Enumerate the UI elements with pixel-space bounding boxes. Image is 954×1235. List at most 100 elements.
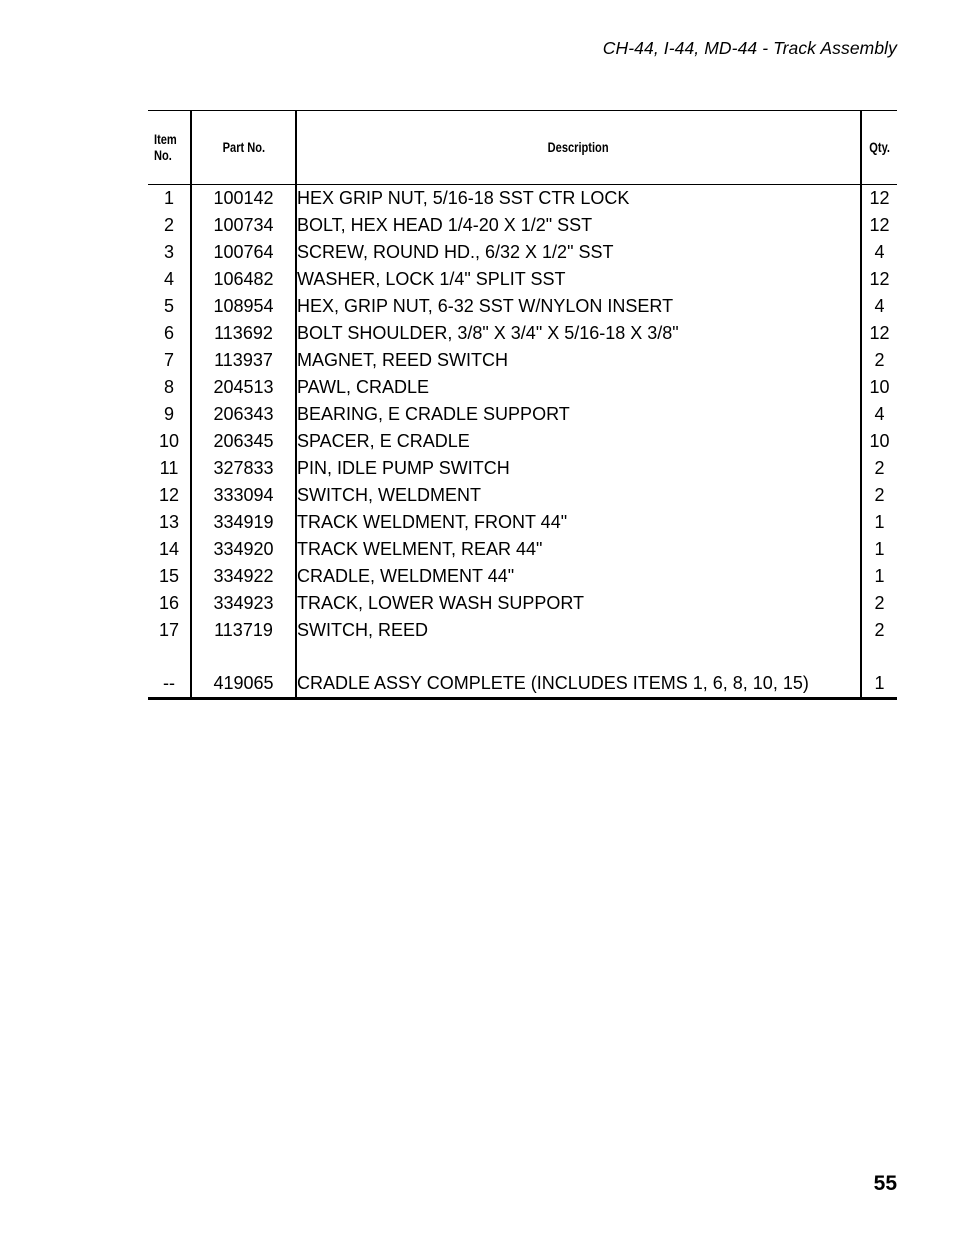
cell-qty: 4 xyxy=(860,239,897,266)
cell-qty: 12 xyxy=(860,212,897,239)
cell-part-no: 334923 xyxy=(190,590,296,617)
cell-qty: 4 xyxy=(860,293,897,320)
cell-qty: 2 xyxy=(860,455,897,482)
cell-part-no: 113719 xyxy=(190,617,296,644)
cell-item-no: 17 xyxy=(158,620,180,640)
table-row: 13 334919 TRACK WELDMENT, FRONT 44" 1 xyxy=(148,509,897,536)
column-header-qty: Qty. xyxy=(860,110,897,185)
cell-description: WASHER, LOCK 1/4" SPLIT SST xyxy=(295,266,861,293)
cell-qty: 12 xyxy=(860,266,897,293)
cell-qty: 1 xyxy=(860,670,897,699)
cell-item-no: 12 xyxy=(158,485,180,505)
cell-description: BOLT SHOULDER, 3/8" X 3/4" X 5/16-18 X 3… xyxy=(295,320,861,347)
cell-qty: 2 xyxy=(860,347,897,374)
cell-description: BEARING, E CRADLE SUPPORT xyxy=(295,401,861,428)
cell-part-no: 113937 xyxy=(190,347,296,374)
cell-item-no: 7 xyxy=(163,350,174,370)
cell-qty: 1 xyxy=(860,536,897,563)
cell-part-no: 419065 xyxy=(190,670,296,699)
table-row: 10 206345 SPACER, E CRADLE 10 xyxy=(148,428,897,455)
cell-part-no: 100734 xyxy=(190,212,296,239)
cell-qty: 12 xyxy=(860,184,897,212)
cell-qty: 10 xyxy=(860,428,897,455)
cell-description: HEX GRIP NUT, 5/16-18 SST CTR LOCK xyxy=(295,184,861,212)
cell-part-no: 204513 xyxy=(190,374,296,401)
cell-part-no: 106482 xyxy=(190,266,296,293)
cell-qty: 1 xyxy=(860,509,897,536)
cell-qty: 1 xyxy=(860,563,897,590)
spacer-cell-desc xyxy=(295,644,861,670)
parts-table: Item No. Part No. Description Qty. 1 1001… xyxy=(148,110,897,701)
cell-description: CRADLE, WELDMENT 44" xyxy=(295,563,861,590)
table-row: 8 204513 PAWL, CRADLE 10 xyxy=(148,374,897,401)
cell-description: TRACK WELMENT, REAR 44" xyxy=(295,536,861,563)
table-spacer-row xyxy=(148,644,897,670)
parts-table-container: Item No. Part No. Description Qty. 1 1001… xyxy=(148,110,897,701)
table-row: 7 113937 MAGNET, REED SWITCH 2 xyxy=(148,347,897,374)
cell-description: SWITCH, REED xyxy=(295,617,861,644)
table-row: 11 327833 PIN, IDLE PUMP SWITCH 2 xyxy=(148,455,897,482)
cell-item-no: 6 xyxy=(163,323,174,343)
cell-description: BOLT, HEX HEAD 1/4-20 X 1/2" SST xyxy=(295,212,861,239)
cell-item-no: -- xyxy=(163,673,175,693)
bottom-rule-cell-part xyxy=(191,697,296,701)
cell-part-no: 108954 xyxy=(190,293,296,320)
table-row: 4 106482 WASHER, LOCK 1/4" SPLIT SST 12 xyxy=(148,266,897,293)
column-header-qty-label: Qty. xyxy=(869,139,890,155)
parts-table-body: 1 100142 HEX GRIP NUT, 5/16-18 SST CTR LOC… xyxy=(148,184,897,701)
column-header-part-no-label: Part No. xyxy=(222,139,265,155)
cell-item-no: 9 xyxy=(163,404,174,424)
cell-item-no: 10 xyxy=(158,431,180,451)
parts-table-header: Item No. Part No. Description Qty. xyxy=(148,110,897,185)
table-row: 5 108954 HEX, GRIP NUT, 6-32 SST W/NYLON I… xyxy=(148,293,897,320)
table-bottom-rule xyxy=(148,697,897,701)
cell-part-no: 100764 xyxy=(190,239,296,266)
table-row: 6 113692 BOLT SHOULDER, 3/8" X 3/4" X 5/16… xyxy=(148,320,897,347)
cell-item-no: 2 xyxy=(163,215,174,235)
bottom-rule-cell-desc xyxy=(296,697,861,701)
spacer-cell-qty xyxy=(860,644,897,670)
cell-item-no: 3 xyxy=(163,242,174,262)
cell-item-no: 11 xyxy=(159,458,179,478)
spacer-cell-item xyxy=(148,644,191,670)
cell-part-no: 113692 xyxy=(190,320,296,347)
cell-part-no: 334919 xyxy=(190,509,296,536)
cell-item-no: 13 xyxy=(158,512,180,532)
cell-qty: 10 xyxy=(860,374,897,401)
spacer-cell-part xyxy=(190,644,296,670)
cell-qty: 12 xyxy=(860,320,897,347)
bottom-rule-cell-item xyxy=(148,697,191,701)
table-header-row: Item No. Part No. Description Qty. xyxy=(148,110,897,185)
column-header-description: Description xyxy=(295,110,861,185)
cell-description: SCREW, ROUND HD., 6/32 X 1/2" SST xyxy=(295,239,861,266)
column-header-part-no: Part No. xyxy=(190,110,296,185)
running-header-title: CH-44, I-44, MD-44 - Track Assembly xyxy=(602,38,897,58)
cell-part-no: 206345 xyxy=(190,428,296,455)
cell-description: HEX, GRIP NUT, 6-32 SST W/NYLON INSERT xyxy=(295,293,861,320)
table-row: 2 100734 BOLT, HEX HEAD 1/4-20 X 1/2" SST 1… xyxy=(148,212,897,239)
cell-item-no: 1 xyxy=(163,188,174,208)
cell-qty: 4 xyxy=(860,401,897,428)
table-row: 3 100764 SCREW, ROUND HD., 6/32 X 1/2" SST… xyxy=(148,239,897,266)
cell-item-no: 16 xyxy=(158,593,180,613)
cell-qty: 2 xyxy=(860,590,897,617)
table-row: 14 334920 TRACK WELMENT, REAR 44" 1 xyxy=(148,536,897,563)
bottom-rule-cell-qty xyxy=(861,697,897,701)
cell-description: SWITCH, WELDMENT xyxy=(295,482,861,509)
cell-description: MAGNET, REED SWITCH xyxy=(295,347,861,374)
cell-item-no: 4 xyxy=(163,269,174,289)
page-number: 55 xyxy=(873,1172,897,1195)
cell-description: CRADLE ASSY COMPLETE (INCLUDES ITEMS 1, … xyxy=(295,670,861,699)
column-header-item-no-line1: Item xyxy=(154,132,177,148)
table-row: 9 206343 BEARING, E CRADLE SUPPORT 4 xyxy=(148,401,897,428)
column-header-item-no: Item No. xyxy=(148,110,191,185)
cell-part-no: 100142 xyxy=(190,184,296,212)
cell-part-no: 333094 xyxy=(190,482,296,509)
cell-description: SPACER, E CRADLE xyxy=(295,428,861,455)
table-row: 12 333094 SWITCH, WELDMENT 2 xyxy=(148,482,897,509)
column-header-item-no-line2: No. xyxy=(154,147,172,163)
cell-qty: 2 xyxy=(860,617,897,644)
table-row: 16 334923 TRACK, LOWER WASH SUPPORT 2 xyxy=(148,590,897,617)
table-row: 17 113719 SWITCH, REED 2 xyxy=(148,617,897,644)
cell-description: TRACK WELDMENT, FRONT 44" xyxy=(295,509,861,536)
